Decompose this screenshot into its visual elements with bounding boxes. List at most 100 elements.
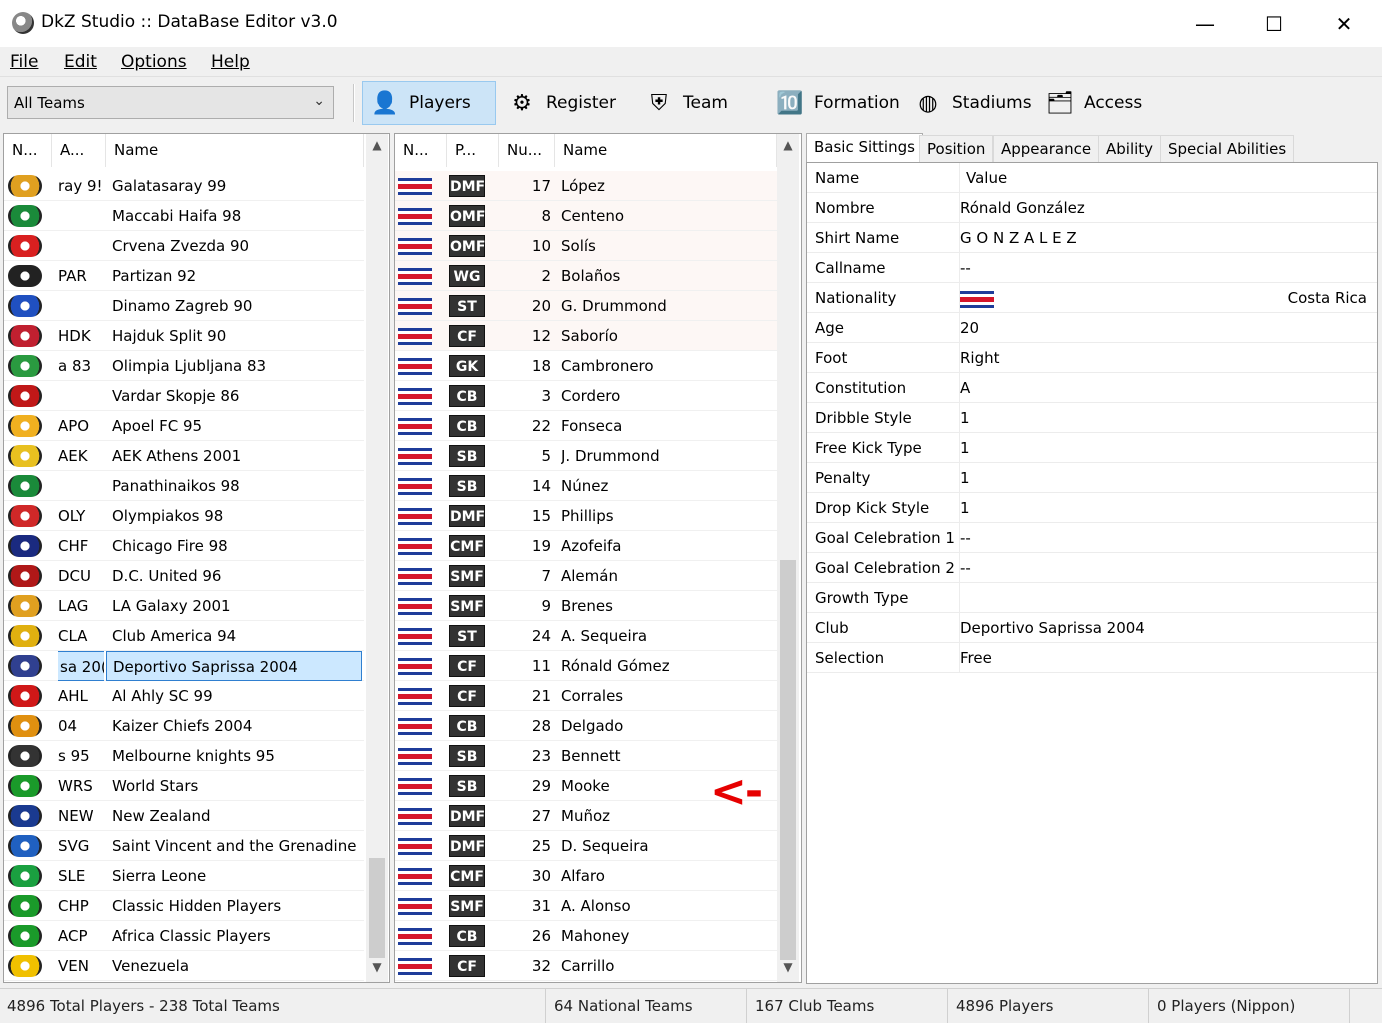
table-row[interactable]: WRS World Stars bbox=[4, 771, 364, 801]
toolbar-access-button[interactable]: 🗂 Access bbox=[1038, 81, 1148, 125]
table-row[interactable]: sa 20(Deportivo Saprissa 2004 bbox=[4, 651, 364, 681]
toolbar-players-button[interactable]: 👤 Players bbox=[362, 81, 496, 125]
table-row[interactable]: CF 32 Carrillo bbox=[395, 951, 777, 981]
scroll-up-icon[interactable]: ▲ bbox=[366, 138, 388, 160]
scroll-up-icon[interactable]: ▲ bbox=[777, 138, 799, 160]
table-row[interactable]: SB 14 Núnez bbox=[395, 471, 777, 501]
property-row[interactable]: Dribble Style 1 bbox=[807, 403, 1377, 433]
toolbar-formation-button[interactable]: 🔟 Formation bbox=[768, 81, 906, 125]
property-row[interactable]: Penalty 1 bbox=[807, 463, 1377, 493]
players-scrollbar[interactable]: ▲ ▼ bbox=[777, 134, 799, 982]
table-row[interactable]: AEK AEK Athens 2001 bbox=[4, 441, 364, 471]
table-row[interactable]: LAG LA Galaxy 2001 bbox=[4, 591, 364, 621]
tab-special-abilities[interactable]: Special Abilities bbox=[1160, 135, 1295, 162]
property-row[interactable]: Club Deportivo Saprissa 2004 bbox=[807, 613, 1377, 643]
table-row[interactable]: Maccabi Haifa 98 bbox=[4, 201, 364, 231]
table-row[interactable]: OLY Olympiakos 98 bbox=[4, 501, 364, 531]
table-row[interactable]: NEW New Zealand bbox=[4, 801, 364, 831]
table-row[interactable]: Crvena Zvezda 90 bbox=[4, 231, 364, 261]
players-col-number[interactable]: Nu... bbox=[499, 134, 555, 167]
tab-position[interactable]: Position bbox=[919, 135, 994, 162]
property-row[interactable]: Free Kick Type 1 bbox=[807, 433, 1377, 463]
table-row[interactable]: DMF 25 D. Sequeira bbox=[395, 831, 777, 861]
table-row[interactable]: CHF Chicago Fire 98 bbox=[4, 531, 364, 561]
table-row[interactable]: Dinamo Zagreb 90 bbox=[4, 291, 364, 321]
tab-appearance[interactable]: Appearance bbox=[993, 135, 1100, 162]
scroll-down-icon[interactable]: ▼ bbox=[777, 960, 799, 982]
property-row[interactable]: Growth Type bbox=[807, 583, 1377, 613]
table-row[interactable]: SVG Saint Vincent and the Grenadine bbox=[4, 831, 364, 861]
table-row[interactable]: WG 2 Bolaños bbox=[395, 261, 777, 291]
menu-help[interactable]: Help bbox=[211, 52, 250, 72]
table-row[interactable]: OMF 8 Centeno bbox=[395, 201, 777, 231]
property-row[interactable]: Nationality Costa Rica bbox=[807, 283, 1377, 313]
table-row[interactable]: CLA Club America 94 bbox=[4, 621, 364, 651]
table-row[interactable]: 04 Kaizer Chiefs 2004 bbox=[4, 711, 364, 741]
table-row[interactable]: OMF 10 Solís bbox=[395, 231, 777, 261]
toolbar-stadiums-button[interactable]: ◍ Stadiums bbox=[906, 81, 1038, 125]
players-col-position[interactable]: P... bbox=[447, 134, 499, 167]
table-row[interactable]: DMF 15 Phillips bbox=[395, 501, 777, 531]
table-row[interactable]: CHP Classic Hidden Players bbox=[4, 891, 364, 921]
table-row[interactable]: a 83 Olimpia Ljubljana 83 bbox=[4, 351, 364, 381]
team-filter-select[interactable]: All Teams ⌄ bbox=[7, 86, 334, 119]
property-row[interactable]: Goal Celebration 1 -- bbox=[807, 523, 1377, 553]
table-row[interactable]: SMF 7 Alemán bbox=[395, 561, 777, 591]
property-row[interactable]: Nombre Rónald González bbox=[807, 193, 1377, 223]
property-row[interactable]: Callname -- bbox=[807, 253, 1377, 283]
table-row[interactable]: AHL Al Ahly SC 99 bbox=[4, 681, 364, 711]
teams-scrollbar[interactable]: ▲ ▼ bbox=[366, 134, 388, 982]
property-row[interactable]: Goal Celebration 2 -- bbox=[807, 553, 1377, 583]
table-row[interactable]: ACP Africa Classic Players bbox=[4, 921, 364, 951]
table-row[interactable]: APO Apoel FC 95 bbox=[4, 411, 364, 441]
table-row[interactable]: DCU D.C. United 96 bbox=[4, 561, 364, 591]
property-row[interactable]: Shirt Name G O N Z A L E Z bbox=[807, 223, 1377, 253]
minimize-button[interactable]: — bbox=[1170, 0, 1240, 47]
table-row[interactable]: SMF 9 Brenes bbox=[395, 591, 777, 621]
property-row[interactable]: Constitution A bbox=[807, 373, 1377, 403]
menu-file[interactable]: File bbox=[10, 52, 38, 72]
property-row[interactable]: Selection Free bbox=[807, 643, 1377, 673]
property-row[interactable]: Age 20 bbox=[807, 313, 1377, 343]
table-row[interactable]: HDK Hajduk Split 90 bbox=[4, 321, 364, 351]
maximize-button[interactable]: ☐ bbox=[1239, 0, 1309, 47]
players-col-name[interactable]: Name bbox=[555, 134, 777, 167]
teams-col-abbr[interactable]: A... bbox=[52, 134, 106, 167]
menu-edit[interactable]: Edit bbox=[64, 52, 97, 72]
table-row[interactable]: CB 3 Cordero bbox=[395, 381, 777, 411]
table-row[interactable]: CB 28 Delgado bbox=[395, 711, 777, 741]
table-row[interactable]: CB 26 Mahoney bbox=[395, 921, 777, 951]
players-col-nation[interactable]: N... bbox=[395, 134, 447, 167]
table-row[interactable]: DMF 17 López bbox=[395, 171, 777, 201]
table-row[interactable]: SLE Sierra Leone bbox=[4, 861, 364, 891]
close-button[interactable]: ✕ bbox=[1309, 0, 1379, 47]
table-row[interactable]: Vardar Skopje 86 bbox=[4, 381, 364, 411]
table-row[interactable]: SMF 31 A. Alonso bbox=[395, 891, 777, 921]
teams-list[interactable]: N... A... Name ray 9! Galatasaray 99 Macca… bbox=[3, 133, 390, 983]
table-row[interactable]: CMF 19 Azofeifa bbox=[395, 531, 777, 561]
teams-scroll-thumb[interactable] bbox=[369, 858, 385, 958]
table-row[interactable]: CB 22 Fonseca bbox=[395, 411, 777, 441]
table-row[interactable]: s 95 Melbourne knights 95 bbox=[4, 741, 364, 771]
table-row[interactable]: Panathinaikos 98 bbox=[4, 471, 364, 501]
table-row[interactable]: CF 12 Saborío bbox=[395, 321, 777, 351]
table-row[interactable]: CF 11 Rónald Gómez bbox=[395, 651, 777, 681]
tab-basic-sittings[interactable]: Basic Sittings bbox=[806, 133, 923, 163]
teams-col-name[interactable]: Name bbox=[106, 134, 364, 167]
table-row[interactable]: ST 24 A. Sequeira bbox=[395, 621, 777, 651]
table-row[interactable]: PAR Partizan 92 bbox=[4, 261, 364, 291]
table-row[interactable]: ray 9! Galatasaray 99 bbox=[4, 171, 364, 201]
property-row[interactable]: Drop Kick Style 1 bbox=[807, 493, 1377, 523]
toolbar-team-button[interactable]: ⛨ Team bbox=[637, 81, 734, 125]
toolbar-register-button[interactable]: ⚙ Register bbox=[500, 81, 622, 125]
table-row[interactable]: SB 5 J. Drummond bbox=[395, 441, 777, 471]
table-row[interactable]: CMF 30 Alfaro bbox=[395, 861, 777, 891]
tab-ability[interactable]: Ability bbox=[1098, 135, 1162, 162]
table-row[interactable]: CF 21 Corrales bbox=[395, 681, 777, 711]
players-scroll-thumb[interactable] bbox=[780, 560, 796, 960]
menu-options[interactable]: Options bbox=[121, 52, 187, 72]
table-row[interactable]: GK 18 Cambronero bbox=[395, 351, 777, 381]
scroll-down-icon[interactable]: ▼ bbox=[366, 960, 388, 982]
teams-col-number[interactable]: N... bbox=[4, 134, 52, 167]
table-row[interactable]: ST 20 G. Drummond bbox=[395, 291, 777, 321]
